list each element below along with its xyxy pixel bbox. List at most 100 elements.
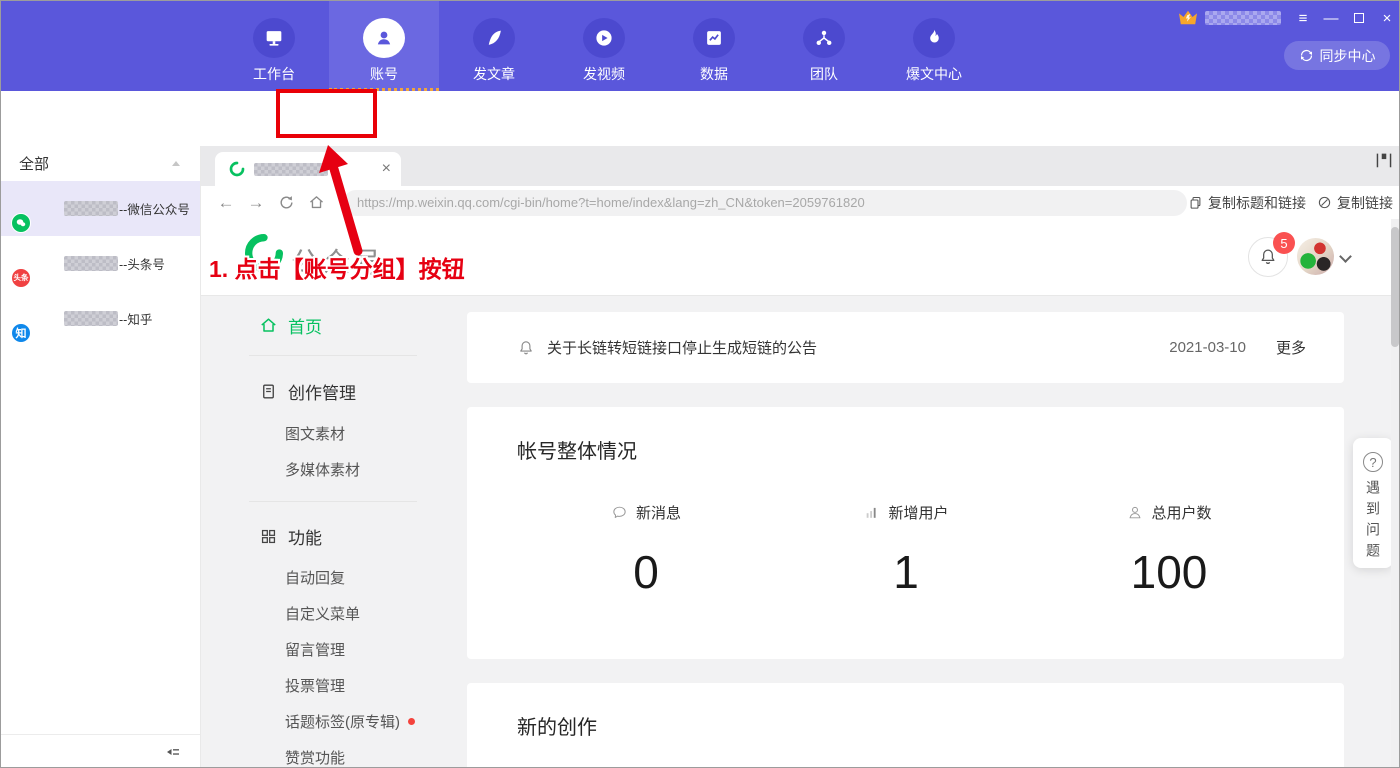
stat-total-users: 总用户数 100 [1126,502,1211,599]
notification-bell-button[interactable]: 5 [1248,237,1288,277]
avatar [14,188,56,230]
browser-tab[interactable]: × [215,152,401,186]
panel-toggle-icon[interactable] [1373,150,1395,175]
wechat-badge-icon [11,213,31,233]
wechat-mp-logo-icon [244,233,284,278]
hot-center-icon [913,18,955,58]
blurred-account-name [64,256,118,271]
nav-tab-data[interactable]: 数据 [659,1,769,91]
account-row-zhihu[interactable]: 知 --知乎 [1,291,200,346]
nav-tab-account[interactable]: 账号 [329,1,439,91]
menu-item-home[interactable]: 首页 [259,313,322,338]
account-row-wechat[interactable]: --微信公众号 [1,181,200,236]
refresh-icon[interactable] [271,194,301,211]
copy-actions: 复制标题和链接 复制链接 [1188,193,1400,213]
menu-item-message-management[interactable]: 留言管理 [285,639,345,660]
maximize-button[interactable] [1345,7,1373,29]
nav-tab-publish-video[interactable]: 发视频 [549,1,659,91]
stat-new-messages: 新消息 0 [611,502,681,599]
copy-link-button[interactable]: 复制链接 [1337,193,1393,213]
nav-label: 爆文中心 [906,64,962,84]
help-float-button[interactable]: ? 遇到问题 [1353,438,1393,568]
account-icon [363,18,405,58]
account-overview-card: 帐号整体情况 新消息 0 新增用户 1 总用户数 [467,407,1344,659]
account-row-toutiao[interactable]: 头条 --头条号 [1,236,200,291]
question-mark-icon: ? [1363,452,1383,472]
workbench-icon [253,18,295,58]
page-scrollbar-track[interactable] [1391,219,1399,768]
account-toolbar: 添加账号 同步账号 我的账号 账号分组 一键重新登录 全部平台 [1,91,1400,146]
nav-label: 发视频 [583,64,625,84]
grid-icon [259,527,278,546]
blurred-tab-title [254,163,328,176]
account-list-sidebar: 全部 --微信公众号 头条 --头条号 知 --知乎 [1,146,201,768]
menu-item-reward-feature[interactable]: 赞赏功能 [285,747,345,768]
person-icon [1126,504,1143,521]
menu-item-vote-management[interactable]: 投票管理 [285,675,345,696]
browser-toolbar: ← → https://mp.weixin.qq.com/cgi-bin/hom… [201,186,1400,219]
menu-item-custom-menu[interactable]: 自定义菜单 [285,603,360,624]
toutiao-badge: 头条 [11,268,31,288]
close-button[interactable]: × [1373,7,1400,29]
blurred-account-name [64,311,118,326]
home-icon [259,316,278,335]
blurred-username [1205,11,1281,25]
collapse-caret-icon [172,161,180,166]
notification-count-badge: 5 [1273,232,1295,254]
nav-tab-workbench[interactable]: 工作台 [219,1,329,91]
page-scrollbar-thumb[interactable] [1391,227,1399,347]
chevron-down-icon[interactable] [1339,250,1352,263]
collapse-sidebar-icon[interactable] [164,744,182,760]
tab-close-icon[interactable]: × [382,161,391,177]
overview-title: 帐号整体情况 [517,435,637,464]
nav-label: 团队 [810,64,838,84]
menu-item-features[interactable]: 功能 [259,524,322,549]
menu-item-creation-management[interactable]: 创作管理 [259,379,356,404]
announcement-more-link[interactable]: 更多 [1276,337,1306,358]
wechat-header: 公众号 5 [201,219,1400,296]
bell-icon [517,339,535,357]
top-nav-items: 工作台 账号 发文章 发视频 [219,1,989,91]
maximize-icon [1354,13,1364,23]
back-icon[interactable]: ← [211,193,241,213]
new-creation-title: 新的创作 [517,711,597,740]
wechat-mp-page: 公众号 5 首页 创作管理 图文素材 多媒体素材 功能 自动回复 自定义菜单 留… [201,219,1400,768]
account-name: --知乎 [64,309,152,328]
nav-tab-publish-article[interactable]: 发文章 [439,1,549,91]
blurred-account-name [64,201,118,216]
app-window: 工作台 账号 发文章 发视频 [0,0,1400,768]
publish-article-icon [473,18,515,58]
home-icon[interactable] [301,194,331,211]
group-header-label: 全部 [19,153,49,174]
nav-tab-team[interactable]: 团队 [769,1,879,91]
browser-tab-strip: × [201,146,1400,186]
menu-item-auto-reply[interactable]: 自动回复 [285,567,345,588]
announcement-card[interactable]: 关于长链转短链接口停止生成短链的公告 2021-03-10 更多 [467,312,1344,383]
help-label: 遇到问题 [1363,480,1383,564]
document-icon [259,382,278,401]
stat-label: 新消息 [636,502,681,523]
wechat-account-avatar[interactable] [1297,238,1334,275]
avatar: 头条 [14,243,56,285]
nav-label: 账号 [370,64,398,84]
nav-tab-hot-center[interactable]: 爆文中心 [879,1,989,91]
forward-icon[interactable]: → [241,193,271,213]
copy-title-link-button[interactable]: 复制标题和链接 [1208,193,1306,213]
stat-label: 总用户数 [1151,502,1211,523]
stat-value: 100 [1131,545,1208,599]
account-name: --头条号 [64,254,165,273]
copy-icon [1188,195,1203,210]
stat-label: 新增用户 [888,502,948,523]
minimize-button[interactable]: — [1317,7,1345,29]
url-bar[interactable]: https://mp.weixin.qq.com/cgi-bin/home?t=… [343,190,1187,216]
wechat-favicon [229,161,245,177]
sync-center-button[interactable]: 同步中心 [1284,41,1390,70]
app-menu-button[interactable]: ≡ [1289,7,1317,29]
vip-crown-icon [1177,8,1199,31]
stat-value: 1 [893,545,919,599]
new-creation-card: 新的创作 [467,683,1344,768]
account-group-header[interactable]: 全部 [1,146,200,181]
menu-item-topic-tags[interactable]: 话题标签(原专辑) [285,711,415,732]
menu-item-multimedia-material[interactable]: 多媒体素材 [285,459,360,480]
menu-item-image-text-material[interactable]: 图文素材 [285,423,345,444]
